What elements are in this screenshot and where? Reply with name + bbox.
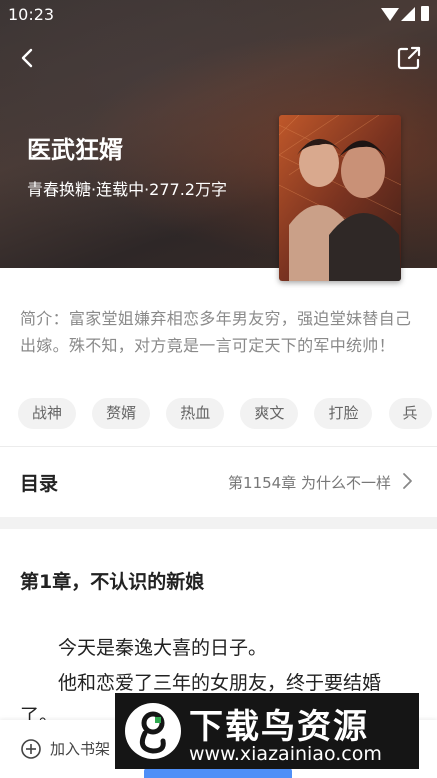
tag[interactable]: 兵 (388, 398, 432, 429)
tag-list: 战神 赘婿 热血 爽文 打脸 兵 (18, 398, 437, 432)
watermark: 下载鸟资源 www.xiazainiao.com (115, 693, 419, 769)
toc-label: 目录 (20, 473, 59, 495)
tag[interactable]: 赘婿 (92, 398, 151, 429)
watermark-logo-icon (125, 703, 181, 759)
book-intro: 简介：富家堂姐嫌弃相恋多年男友穷，强迫堂妹替自己出嫁。殊不知，对方竟是一言可定天… (20, 309, 412, 355)
share-icon (397, 46, 421, 70)
chapter-title: 第1章，不认识的新娘 (20, 571, 205, 593)
tag[interactable]: 爽文 (240, 398, 299, 429)
share-button[interactable] (395, 44, 423, 72)
watermark-url: www.xiazainiao.com (189, 743, 382, 765)
section-separator (0, 517, 437, 529)
watermark-title: 下载鸟资源 (189, 707, 369, 747)
chevron-left-icon (21, 48, 33, 68)
chevron-right-icon (403, 473, 412, 489)
battery-icon (421, 6, 429, 21)
signal-icon (401, 7, 415, 21)
wifi-icon (381, 8, 399, 21)
book-cover[interactable] (279, 115, 401, 281)
cover-image (279, 115, 401, 281)
latest-chapter: 第1154章 为什么不一样 (228, 474, 391, 492)
read-button[interactable] (144, 768, 292, 778)
tag[interactable]: 打脸 (314, 398, 373, 429)
status-bar: 10:23 (0, 0, 437, 30)
status-time: 10:23 (8, 5, 55, 24)
book-meta: 青春换糖·连载中·277.2万字 (27, 180, 227, 199)
tag[interactable]: 战神 (18, 398, 77, 429)
book-title: 医武狂婿 (27, 136, 123, 164)
chapter-paragraph: 今天是秦逸大喜的日子。 (58, 637, 268, 659)
add-circle-icon (21, 739, 41, 759)
table-of-contents-row[interactable]: 目录 第1154章 为什么不一样 (0, 447, 437, 517)
bookshelf-label: 加入书架 (50, 740, 111, 758)
tag[interactable]: 热血 (166, 398, 225, 429)
back-button[interactable] (14, 44, 42, 72)
